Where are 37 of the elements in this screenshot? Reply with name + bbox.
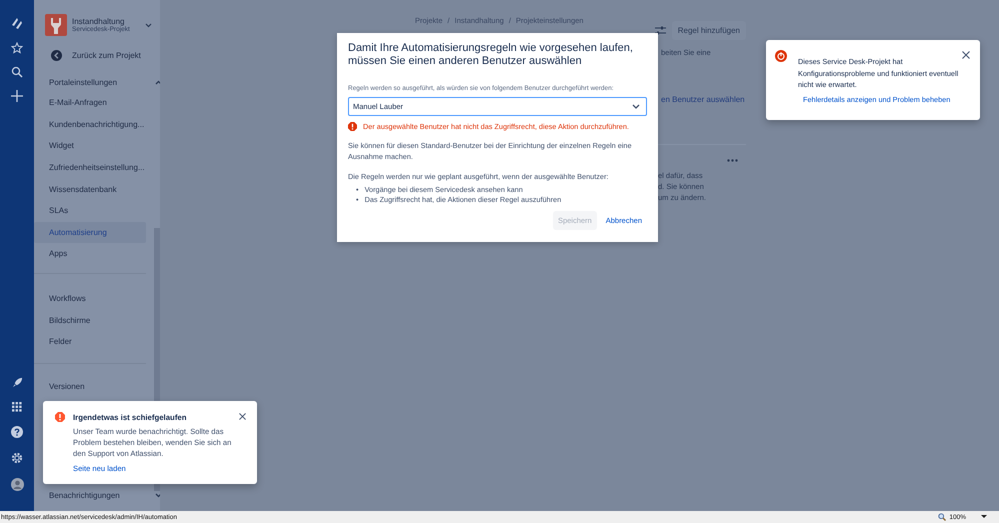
caret-icon[interactable] bbox=[981, 515, 987, 519]
project-avatar-icon bbox=[45, 14, 67, 36]
add-rule-button[interactable]: Regel hinzufügen bbox=[672, 21, 746, 40]
filter-icon[interactable] bbox=[654, 26, 666, 35]
chevron-down-icon bbox=[632, 104, 640, 109]
error-icon bbox=[348, 122, 357, 131]
power-icon bbox=[775, 50, 787, 62]
sidebar-item[interactable]: Workflows bbox=[34, 288, 132, 310]
sidebar-item[interactable]: Versionen bbox=[34, 376, 132, 398]
more-icon[interactable] bbox=[727, 159, 738, 162]
close-icon[interactable] bbox=[962, 51, 970, 59]
sidebar-item[interactable]: Kundenbenachrichtigung... bbox=[34, 114, 146, 136]
sidebar-item[interactable]: Apps bbox=[34, 243, 146, 265]
sidebar-item[interactable]: Widget bbox=[34, 135, 146, 157]
project-name: Instandhaltung bbox=[72, 17, 126, 26]
sidebar-item[interactable]: Zufriedenheitseinstellung... bbox=[34, 156, 146, 178]
star-icon[interactable] bbox=[11, 42, 23, 54]
help-icon[interactable] bbox=[11, 426, 23, 438]
logo-icon[interactable] bbox=[10, 16, 24, 30]
back-to-project-link[interactable]: Zurück zum Projekt bbox=[34, 50, 160, 61]
dialog-title: Damit Ihre Automatisierungsregeln wie vorgesehen laufen, müssen Sie einen anderen Benutzer auswählen bbox=[348, 42, 634, 68]
chevron-down-icon[interactable] bbox=[145, 22, 152, 28]
sidebar-item[interactable]: SLAs bbox=[34, 200, 146, 222]
sidebar-item[interactable]: Bildschirme bbox=[34, 309, 132, 331]
zoom-icon[interactable] bbox=[938, 513, 946, 521]
plus-icon[interactable] bbox=[11, 90, 23, 102]
close-icon[interactable] bbox=[239, 413, 246, 420]
sidebar-item[interactable]: E-Mail-Anfragen bbox=[34, 92, 146, 114]
sidebar-item[interactable]: Felder bbox=[34, 330, 132, 353]
sidebar-item[interactable]: Wissensdatenbank bbox=[34, 178, 146, 200]
sidebar-item[interactable]: Automatisierung bbox=[34, 222, 146, 244]
app-grid-icon[interactable] bbox=[12, 402, 22, 412]
search-icon[interactable] bbox=[11, 66, 23, 78]
error-icon bbox=[55, 412, 65, 422]
select-user-link[interactable]: en Benutzer auswählen bbox=[661, 95, 745, 104]
avatar-icon[interactable] bbox=[10, 478, 24, 491]
settings-icon[interactable] bbox=[11, 452, 23, 464]
